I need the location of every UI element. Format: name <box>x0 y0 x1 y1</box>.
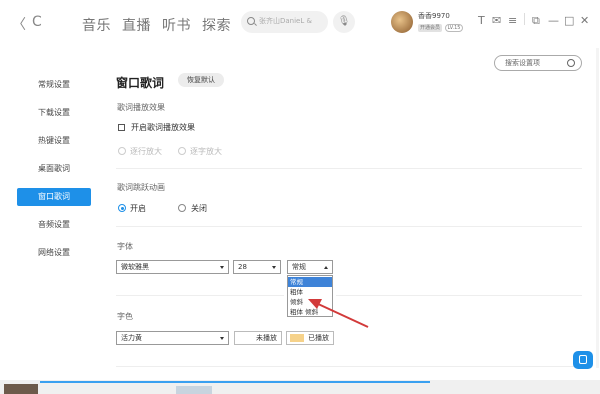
tab-explore[interactable]: 探索 <box>202 15 231 35</box>
settings-search-placeholder: 搜索设置项 <box>505 59 540 67</box>
unplayed-color-button[interactable]: 未播放 <box>234 331 282 345</box>
minimize-icon[interactable]: — <box>548 14 559 27</box>
lyric-jump-label: 歌词跳跃动画 <box>117 183 165 192</box>
font-family-value: 微软雅黑 <box>121 263 149 271</box>
font-size-value: 28 <box>238 263 247 271</box>
tab-music[interactable]: 音乐 <box>82 15 111 35</box>
color-scheme-select[interactable]: 活力黄 <box>116 331 229 345</box>
settings-search-input[interactable]: 搜索设置项 <box>494 55 582 71</box>
menu-icon[interactable]: ≡ <box>508 14 517 27</box>
cover-thumbnail[interactable] <box>176 386 212 394</box>
refresh-icon[interactable]: C <box>32 14 42 30</box>
divider <box>116 366 582 367</box>
chevron-up-icon <box>324 266 328 269</box>
divider <box>116 295 284 296</box>
level-badge: LV.15 <box>445 24 463 32</box>
divider <box>116 168 582 169</box>
mail-icon[interactable]: ✉ <box>492 14 501 27</box>
unplayed-color-label: 未播放 <box>256 334 277 342</box>
close-icon[interactable]: ✕ <box>580 14 589 27</box>
sidebar-item-audio[interactable]: 音频设置 <box>17 216 91 234</box>
global-search-input[interactable]: 张齐山DanieL & <box>241 11 328 33</box>
progress-line[interactable] <box>40 381 430 383</box>
font-family-select[interactable]: 微软雅黑 <box>116 260 229 274</box>
font-color-label: 字色 <box>117 312 133 321</box>
played-color-button[interactable]: 已播放 <box>286 331 334 345</box>
divider <box>116 226 582 227</box>
font-size-select[interactable]: 28 <box>233 260 281 274</box>
sidebar-item-download[interactable]: 下载设置 <box>17 104 91 122</box>
back-icon[interactable]: 〈 <box>12 14 26 34</box>
voice-search-icon[interactable]: 🎙 <box>333 11 355 33</box>
scrollbar[interactable] <box>596 48 599 368</box>
lyric-effect-checkbox-label[interactable]: 开启歌词播放效果 <box>131 122 195 133</box>
tab-audiobook[interactable]: 听书 <box>162 15 191 35</box>
tab-live[interactable]: 直播 <box>122 15 151 35</box>
page-title: 窗口歌词 <box>116 76 165 90</box>
maximize-icon[interactable]: □ <box>564 14 574 27</box>
style-option-regular[interactable]: 常规 <box>288 277 332 287</box>
played-color-swatch <box>290 334 304 342</box>
annotation-arrow-icon <box>308 299 369 328</box>
sidebar-item-window-lyrics[interactable]: 窗口歌词 <box>17 188 91 206</box>
jump-on-label[interactable]: 开启 <box>130 203 146 214</box>
color-scheme-value: 活力黄 <box>121 334 142 342</box>
search-placeholder: 张齐山DanieL & <box>259 17 312 25</box>
word-zoom-label: 逐字放大 <box>190 147 222 156</box>
jump-off-radio[interactable] <box>178 204 186 212</box>
shirt-icon[interactable]: T <box>478 14 485 27</box>
played-color-label: 已播放 <box>308 334 329 342</box>
vip-badge[interactable]: 开通会员 <box>418 24 442 32</box>
font-label: 字体 <box>117 242 133 251</box>
sidebar-item-hotkeys[interactable]: 热键设置 <box>17 132 91 150</box>
font-style-select[interactable]: 常规 <box>287 260 333 274</box>
font-style-value: 常规 <box>292 263 306 271</box>
mini-mode-icon[interactable]: ⧉ <box>532 14 540 28</box>
chevron-down-icon <box>272 266 276 269</box>
sidebar-item-network[interactable]: 网络设置 <box>17 244 91 262</box>
lyric-effect-label: 歌词播放效果 <box>117 103 165 112</box>
line-zoom-label: 逐行放大 <box>130 147 162 156</box>
feedback-float-button[interactable] <box>573 351 593 369</box>
chevron-down-icon <box>220 266 224 269</box>
divider <box>336 295 582 296</box>
restore-defaults-button[interactable]: 恢复默认 <box>178 73 224 87</box>
toolbar-divider <box>524 13 525 25</box>
avatar[interactable] <box>391 11 413 33</box>
jump-off-label[interactable]: 关闭 <box>191 203 207 214</box>
sidebar-item-general[interactable]: 常规设置 <box>17 76 91 94</box>
search-icon <box>247 17 255 25</box>
line-zoom-radio <box>118 147 126 155</box>
word-zoom-radio <box>178 147 186 155</box>
username[interactable]: 香香9970 <box>418 11 450 21</box>
jump-on-radio[interactable] <box>118 204 126 212</box>
lyric-effect-checkbox[interactable] <box>118 124 125 131</box>
sidebar-item-desktop-lyrics[interactable]: 桌面歌词 <box>17 160 91 178</box>
album-thumbnail[interactable] <box>4 384 38 394</box>
search-icon <box>567 59 575 67</box>
chevron-down-icon <box>220 337 224 340</box>
